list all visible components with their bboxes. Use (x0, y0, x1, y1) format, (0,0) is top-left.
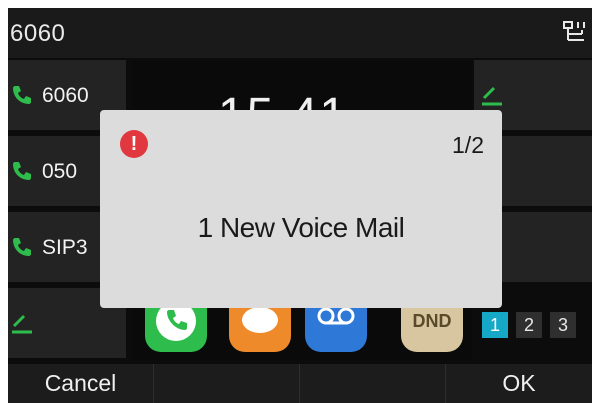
line-key-label: 050 (42, 160, 78, 183)
softkey-bar: Cancel OK (8, 364, 592, 403)
ok-button[interactable]: OK (446, 364, 592, 403)
edit-icon (482, 86, 502, 106)
alert-icon: ! (120, 130, 148, 158)
softkey-2[interactable] (154, 364, 300, 403)
cancel-button[interactable]: Cancel (8, 364, 154, 403)
phone-icon (13, 86, 31, 104)
popup-message: 1 New Voice Mail (197, 212, 405, 243)
phone-icon (13, 238, 31, 256)
phone-screen: 6060 6060 050 SIP3 DND 1 2 3 Cancel OK !… (8, 8, 592, 403)
voicemail-popup[interactable]: ! 1/2 1 New Voice Mail (100, 110, 502, 308)
line-key-label: SIP3 (42, 236, 88, 259)
account-label: 6060 (10, 20, 66, 47)
popup-counter: 1/2 (452, 132, 484, 158)
phone-icon (13, 162, 31, 180)
status-bar: 6060 (8, 8, 592, 58)
line-key-label: 6060 (42, 84, 89, 107)
network-icon (563, 21, 585, 41)
page-indicator: 1 2 3 (482, 312, 576, 338)
page-3-button[interactable]: 3 (550, 312, 576, 338)
page-1-button[interactable]: 1 (482, 312, 508, 338)
page-2-button[interactable]: 2 (516, 312, 542, 338)
edit-icon (12, 314, 32, 334)
softkey-3[interactable] (300, 364, 446, 403)
